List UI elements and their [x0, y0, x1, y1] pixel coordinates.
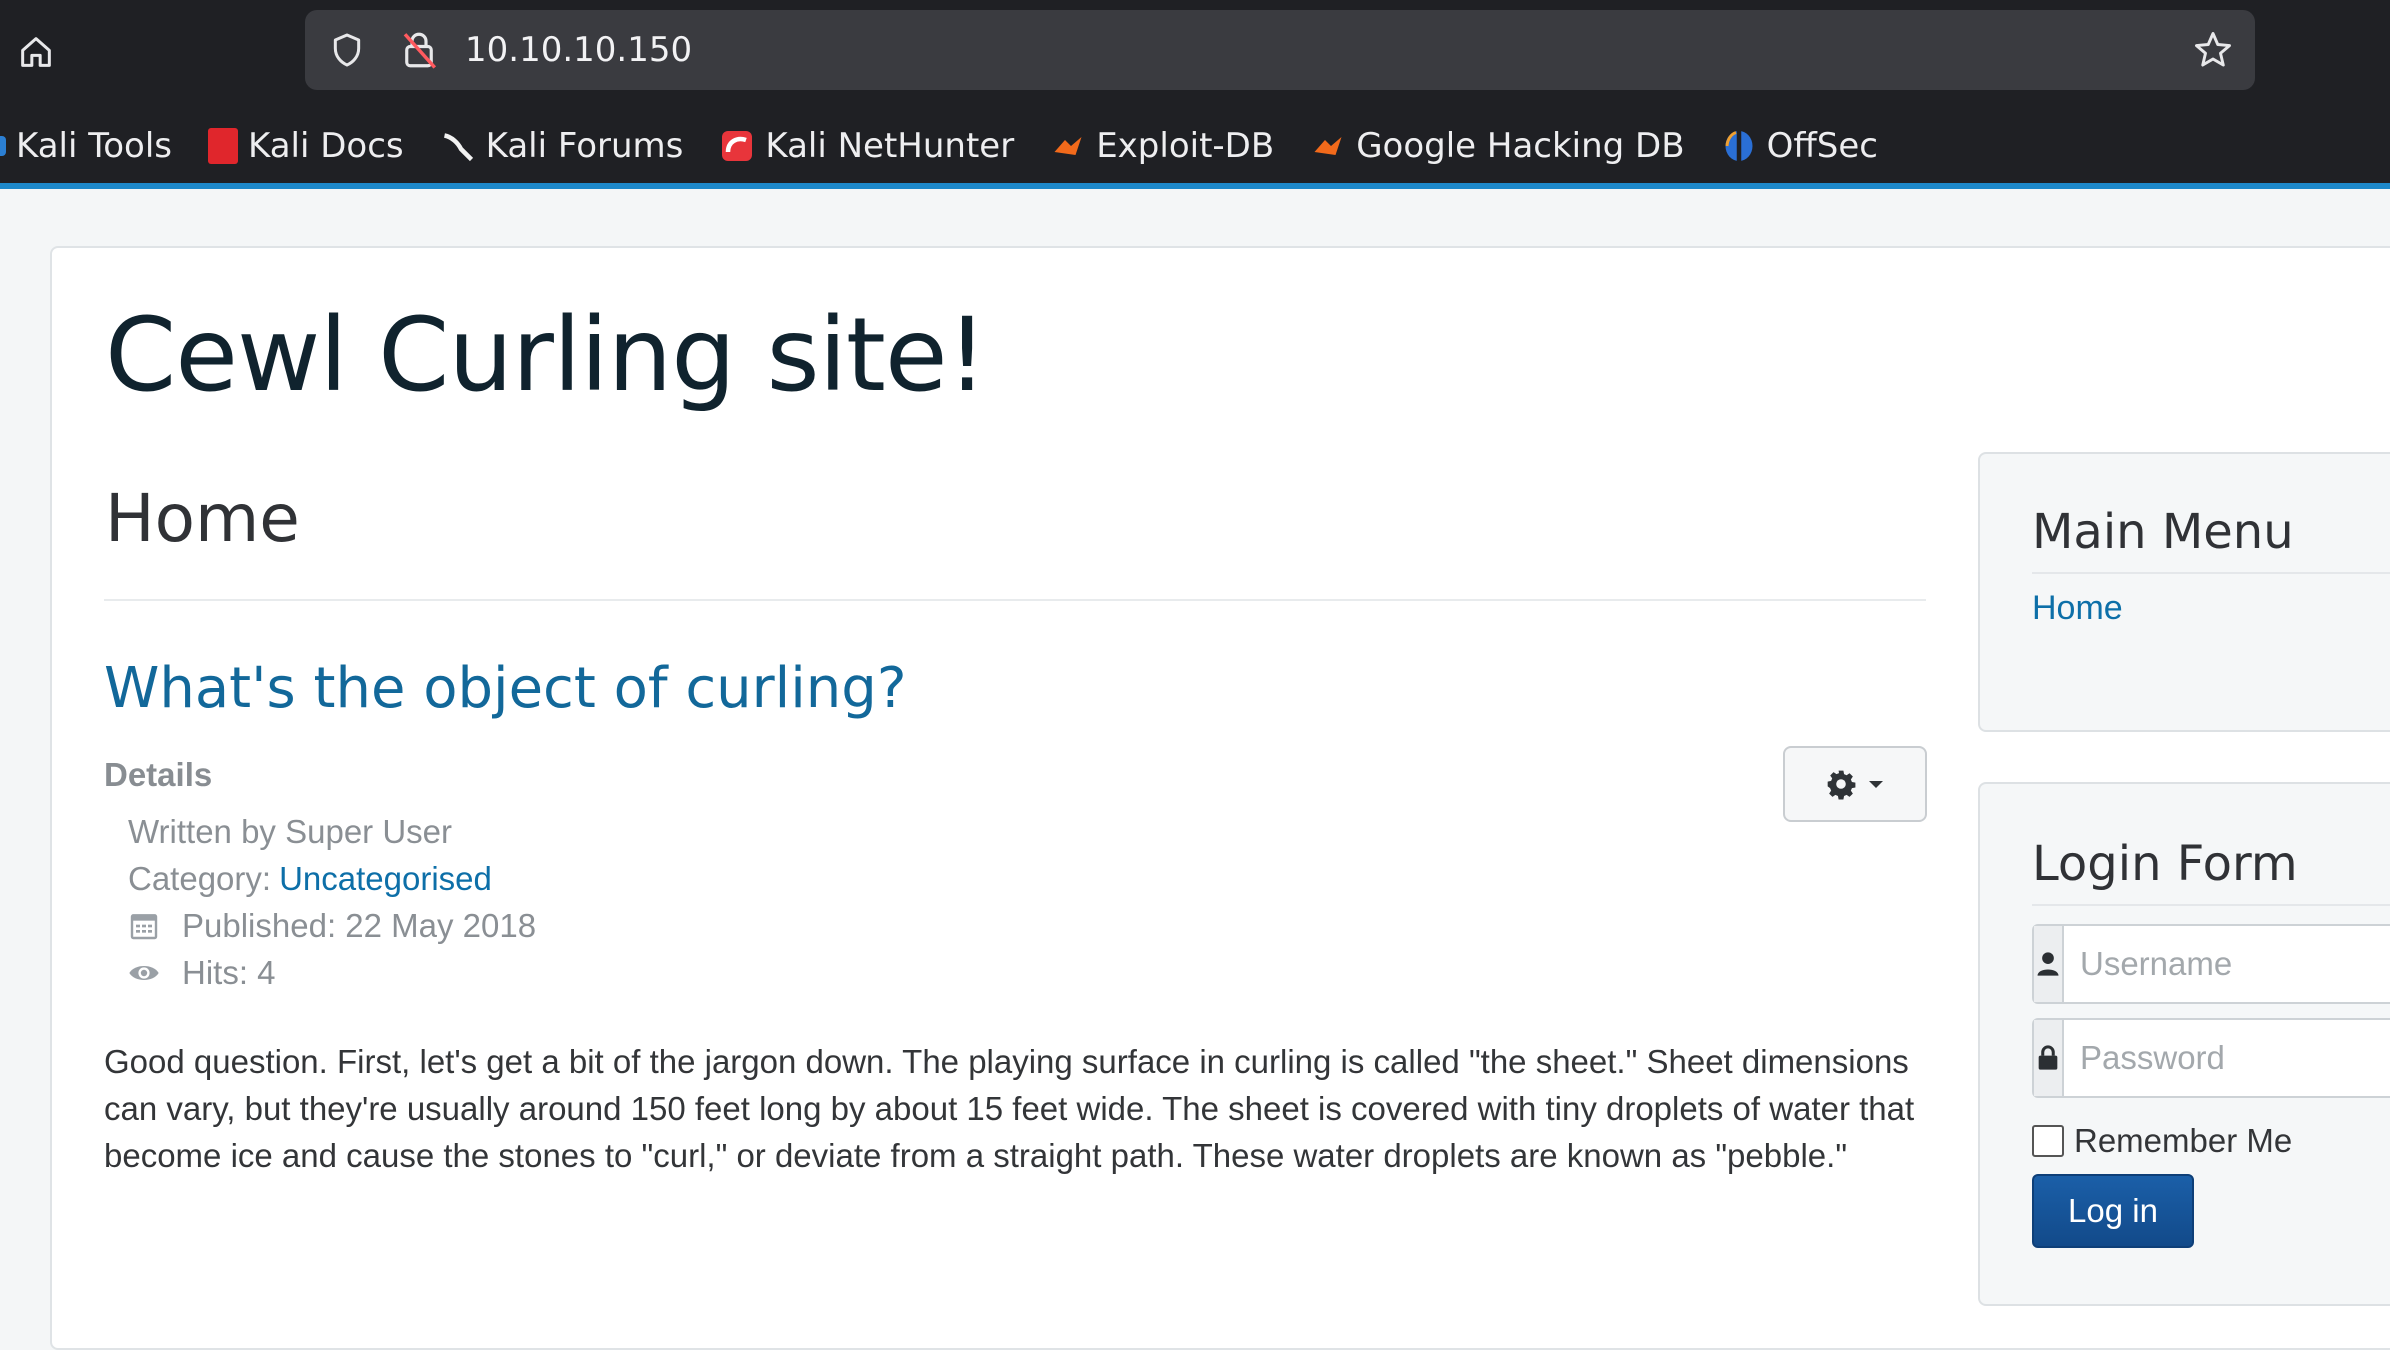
- bookmark-label: Exploit-DB: [1096, 126, 1275, 166]
- bookmark-star-icon[interactable]: [2191, 28, 2235, 72]
- remember-me-checkbox[interactable]: [2032, 1125, 2064, 1157]
- published-row: Published: 22 May 2018: [104, 902, 536, 949]
- bookmark-label: Kali Tools: [16, 126, 172, 166]
- published-date: Published: 22 May 2018: [182, 906, 537, 944]
- article-title-link[interactable]: What's the object of curling?: [104, 656, 907, 721]
- offsec-icon: [1725, 131, 1753, 161]
- kali-tools-icon: [0, 136, 6, 156]
- bookmark-label: Google Hacking DB: [1356, 126, 1685, 166]
- user-icon: [2037, 952, 2059, 976]
- hits-row: Hits: 4: [104, 949, 536, 996]
- bookmark-label: OffSec: [1766, 126, 1878, 166]
- url-bar[interactable]: 10.10.10.150: [305, 10, 2255, 90]
- bookmark-kali-tools[interactable]: Kali Tools: [0, 126, 172, 166]
- username-addon: [2034, 926, 2064, 1002]
- url-text[interactable]: 10.10.10.150: [465, 10, 692, 90]
- password-addon: [2034, 1020, 2064, 1096]
- module-divider: [2032, 904, 2390, 906]
- category-label: Category:: [128, 859, 272, 897]
- tracking-shield-icon[interactable]: [327, 30, 367, 70]
- kali-forums-icon: [443, 133, 473, 162]
- exploit-db-icon: [1054, 137, 1082, 155]
- browser-chrome: 10.10.10.150 Kali Tools Kali Docs Kali F…: [0, 0, 2390, 189]
- insecure-lock-icon[interactable]: [398, 28, 440, 72]
- bookmark-kali-nethunter[interactable]: Kali NetHunter: [719, 126, 1014, 166]
- main-menu-module: Main Menu Home: [1978, 452, 2390, 732]
- remember-me-label: Remember Me: [2074, 1122, 2293, 1159]
- category-row: Category: Uncategorised: [104, 855, 536, 902]
- bookmark-label: Kali NetHunter: [765, 126, 1015, 166]
- gear-icon: [1827, 770, 1856, 800]
- bookmark-kali-docs[interactable]: Kali Docs: [208, 126, 404, 166]
- bookmark-google-hacking-db[interactable]: Google Hacking DB: [1310, 126, 1685, 166]
- username-input[interactable]: [2064, 926, 2390, 1002]
- username-group: [2032, 924, 2390, 1004]
- bookmarks-toolbar: Kali Tools Kali Docs Kali Forums Kali Ne…: [0, 118, 1914, 174]
- page-heading: Home: [105, 480, 300, 557]
- calendar-icon: [130, 913, 158, 939]
- bookmark-offsec[interactable]: OffSec: [1721, 126, 1878, 166]
- bookmark-label: Kali Docs: [248, 126, 404, 166]
- eye-icon: [129, 965, 159, 980]
- hits-count: Hits: 4: [182, 953, 276, 991]
- heading-divider: [104, 599, 1926, 601]
- author-text: Written by Super User: [128, 812, 453, 850]
- article-body: Good question. First, let's get a bit of…: [104, 1043, 1915, 1174]
- category-link[interactable]: Uncategorised: [279, 860, 492, 898]
- nethunter-icon: [722, 131, 753, 161]
- caret-down-icon: [1869, 781, 1883, 788]
- kali-docs-icon: [208, 128, 238, 164]
- login-form-title: Login Form: [2032, 836, 2298, 892]
- lock-icon: [2038, 1045, 2058, 1070]
- bookmark-exploit-db[interactable]: Exploit-DB: [1050, 126, 1274, 166]
- article-tools-button[interactable]: [1783, 746, 1927, 822]
- article-details: Details Written by Super User Category: …: [104, 756, 536, 996]
- site-title[interactable]: Cewl Curling site!: [105, 296, 988, 415]
- home-button[interactable]: [14, 30, 58, 74]
- toolbar-accent-line: [0, 183, 2390, 189]
- password-group: [2032, 1018, 2390, 1098]
- module-divider: [2032, 572, 2390, 574]
- details-label: Details: [104, 756, 213, 793]
- bookmark-kali-forums[interactable]: Kali Forums: [440, 126, 684, 166]
- home-icon: [21, 37, 51, 67]
- bookmark-label: Kali Forums: [485, 126, 684, 166]
- password-input[interactable]: [2064, 1020, 2390, 1096]
- main-menu-title: Main Menu: [2032, 504, 2294, 560]
- author-row: Written by Super User: [104, 808, 536, 855]
- login-button[interactable]: Log in: [2032, 1174, 2194, 1248]
- login-form-module: Login Form Remember Me Log in: [1978, 782, 2390, 1306]
- menu-item-home[interactable]: Home: [2032, 589, 2123, 628]
- ghdb-icon: [1314, 137, 1342, 155]
- remember-me[interactable]: Remember Me: [2032, 1122, 2292, 1160]
